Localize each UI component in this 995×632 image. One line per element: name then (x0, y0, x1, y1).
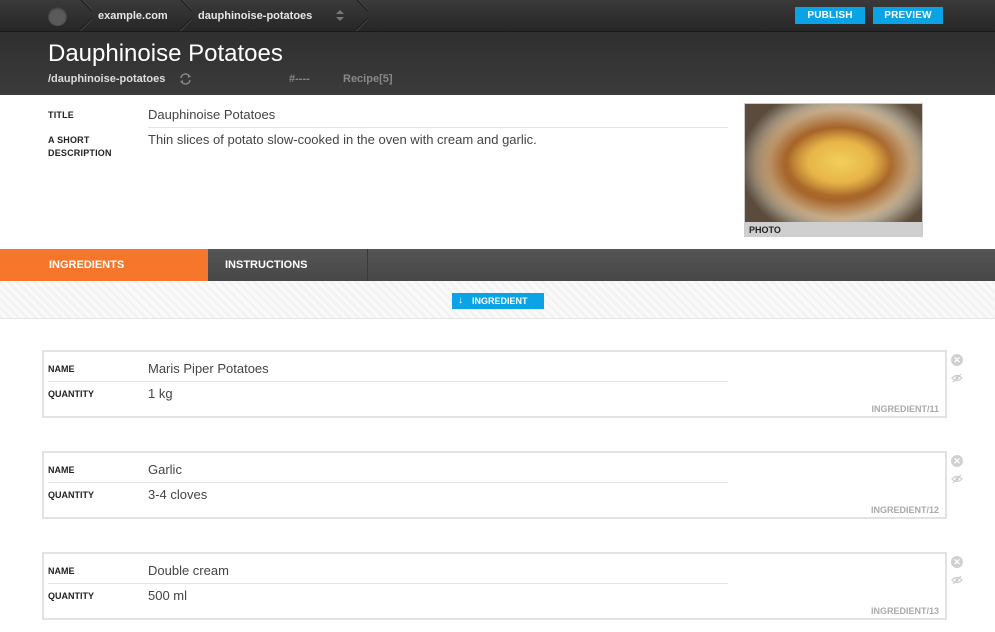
ingredient-ref: INGREDIENT/13 (870, 606, 939, 616)
divider (148, 127, 728, 128)
breadcrumb-separator (180, 0, 192, 31)
page-header: Dauphinoise Potatoes /dauphinoise-potato… (0, 31, 995, 95)
page-hash: #---- (289, 73, 310, 85)
sync-icon[interactable] (179, 73, 192, 85)
preview-button[interactable]: PREVIEW (873, 7, 943, 24)
divider (48, 381, 728, 382)
add-strip: ↓ INGREDIENT (0, 281, 995, 319)
top-bar: example.com dauphinoise-potatoes PUBLISH… (0, 0, 995, 31)
name-label: NAME (48, 465, 75, 475)
add-ingredient-label: INGREDIENT (472, 296, 528, 306)
arrow-down-icon: ↓ (458, 295, 463, 306)
tab-bar: INGREDIENTS INSTRUCTIONS (0, 249, 995, 281)
page-slug[interactable]: /dauphinoise-potatoes (48, 73, 165, 85)
home-icon[interactable] (48, 7, 67, 26)
remove-icon[interactable]: ✕ (951, 354, 963, 366)
photo-image (745, 104, 922, 222)
page-switch-icon[interactable] (335, 9, 345, 23)
content-type: Recipe[5] (343, 73, 393, 85)
publish-button[interactable]: PUBLISH (795, 7, 865, 24)
divider (48, 583, 728, 584)
ingredient-ref: INGREDIENT/11 (871, 404, 939, 414)
name-field[interactable]: Maris Piper Potatoes (148, 361, 269, 376)
quantity-label: QUANTITY (48, 490, 94, 500)
quantity-label: QUANTITY (48, 389, 94, 399)
name-field[interactable]: Garlic (148, 462, 182, 477)
hide-eye-icon[interactable] (951, 575, 963, 585)
title-field[interactable]: Dauphinoise Potatoes (148, 107, 275, 122)
name-field[interactable]: Double cream (148, 563, 229, 578)
breadcrumb-separator (356, 0, 368, 31)
hide-eye-icon[interactable] (951, 373, 963, 383)
name-label: NAME (48, 566, 75, 576)
quantity-label: QUANTITY (48, 591, 94, 601)
add-ingredient-button[interactable]: ↓ INGREDIENT (452, 293, 544, 309)
breadcrumb-page[interactable]: dauphinoise-potatoes (198, 10, 312, 22)
ingredient-card: NAME Double cream QUANTITY 500 ml INGRED… (42, 552, 947, 620)
page-title: Dauphinoise Potatoes (48, 40, 283, 67)
description-field[interactable]: Thin slices of potato slow-cooked in the… (148, 132, 537, 147)
breadcrumb-site[interactable]: example.com (98, 10, 168, 22)
ingredient-card: NAME Garlic QUANTITY 3-4 cloves INGREDIE… (42, 451, 947, 519)
quantity-field[interactable]: 1 kg (148, 386, 173, 401)
tab-instructions[interactable]: INSTRUCTIONS (208, 249, 368, 281)
remove-icon[interactable]: ✕ (951, 556, 963, 568)
quantity-field[interactable]: 3-4 cloves (148, 487, 207, 502)
ingredient-card: NAME Maris Piper Potatoes QUANTITY 1 kg … (42, 350, 947, 418)
hide-eye-icon[interactable] (951, 474, 963, 484)
breadcrumb-separator (80, 0, 92, 31)
quantity-field[interactable]: 500 ml (148, 588, 187, 603)
photo-label: PHOTO (745, 222, 922, 236)
divider (48, 482, 728, 483)
tab-ingredients[interactable]: INGREDIENTS (0, 249, 208, 281)
title-label: TITLE (48, 110, 74, 120)
ingredient-ref: INGREDIENT/12 (870, 505, 939, 515)
photo-field[interactable]: PHOTO (744, 103, 923, 237)
name-label: NAME (48, 364, 75, 374)
remove-icon[interactable]: ✕ (951, 455, 963, 467)
description-label: A SHORT DESCRIPTION (48, 135, 112, 158)
